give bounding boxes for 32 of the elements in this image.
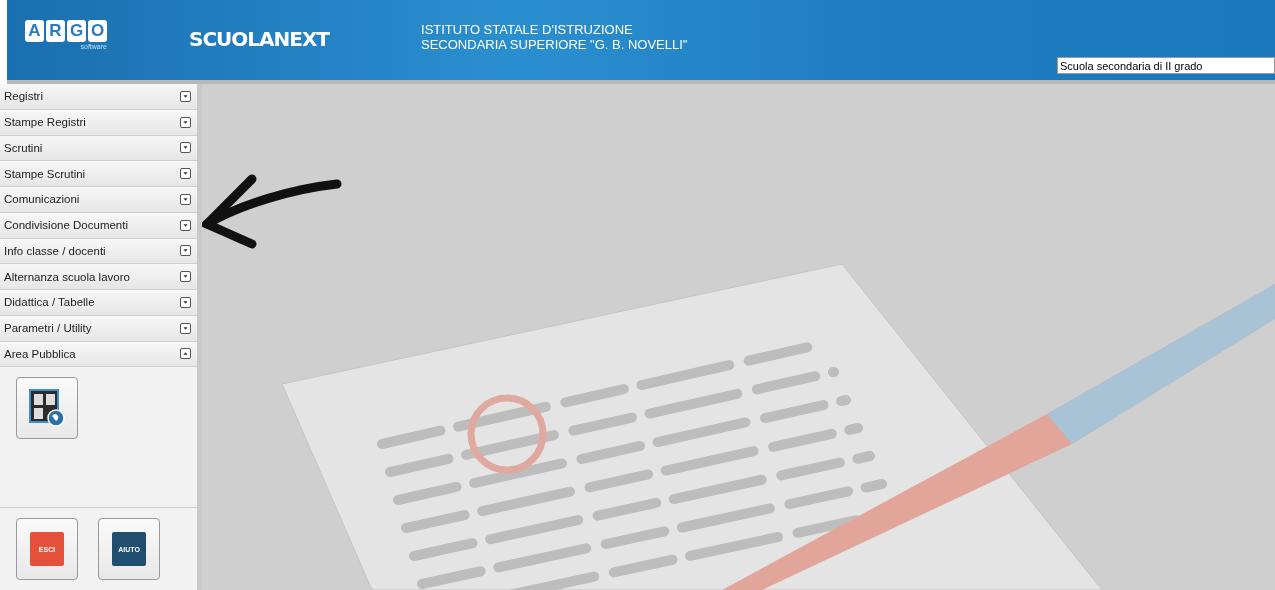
- menu-item[interactable]: Didattica / Tabelle: [0, 290, 197, 316]
- school-type-field[interactable]: Scuola secondaria di II grado: [1057, 57, 1275, 74]
- menu-item[interactable]: Parametri / Utility: [0, 315, 197, 342]
- menu-label: Parametri / Utility: [4, 322, 92, 335]
- menu-item[interactable]: Area Pubblica: [0, 341, 197, 368]
- product-name: SCUOLANEXT: [189, 27, 329, 51]
- menu-item[interactable]: Comunicazioni: [0, 187, 197, 213]
- menu-item[interactable]: Condivisione Documenti: [0, 212, 197, 239]
- menu-label: Stampe Scrutini: [4, 167, 86, 180]
- menu-label: Condivisione Documenti: [4, 219, 128, 232]
- menu-label: Stampe Registri: [4, 116, 86, 129]
- menu-label: Alternanza scuola lavoro: [4, 270, 130, 283]
- menu-item[interactable]: Registri: [0, 84, 197, 110]
- menu-item[interactable]: Alternanza scuola lavoro: [0, 264, 197, 290]
- menu-label: Comunicazioni: [4, 193, 80, 206]
- logo-letter: O: [88, 20, 107, 42]
- menu-item[interactable]: Stampe Registri: [0, 109, 197, 136]
- menu-label: Info classe / docenti: [4, 244, 106, 257]
- menu-item[interactable]: Info classe / docenti: [0, 238, 197, 265]
- menu-label: Scrutini: [4, 141, 43, 154]
- school-name: SECONDARIA SUPERIORE "G. B. NOVELLI": [421, 37, 688, 52]
- logo-letter: R: [46, 20, 65, 42]
- school-name: ISTITUTO STATALE D'ISTRUZIONE: [421, 22, 634, 37]
- public-area-button[interactable]: [16, 377, 78, 440]
- logo-letter: A: [25, 20, 44, 42]
- menu-label: Registri: [4, 90, 43, 103]
- logo-letter: G: [67, 20, 86, 42]
- menu-label: Didattica / Tabelle: [4, 296, 95, 309]
- menu-item[interactable]: Scrutini: [0, 135, 197, 162]
- grid-globe-icon: [29, 389, 65, 428]
- menu-item[interactable]: Stampe Scrutini: [0, 161, 197, 187]
- menu-label: Area Pubblica: [4, 347, 76, 360]
